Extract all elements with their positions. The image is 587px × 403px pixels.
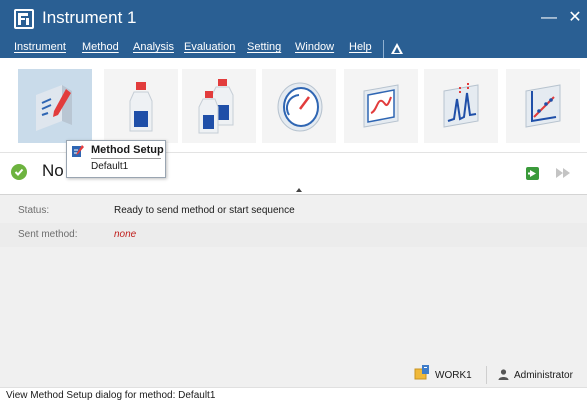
toolbar-sequence-button[interactable] <box>182 69 256 143</box>
sent-method-row: Sent method: none <box>0 223 587 247</box>
multi-bottle-icon <box>198 79 234 134</box>
menu-analysis[interactable]: Analysis <box>133 41 174 53</box>
toolbar-reports-button[interactable] <box>506 69 580 143</box>
method-edit-icon <box>72 145 84 157</box>
user-icon <box>498 369 509 380</box>
toolbar <box>0 58 587 153</box>
gauge-icon <box>277 82 323 132</box>
tooltip-method-name: Default1 <box>91 161 129 172</box>
status-value: Ready to send method or start sequence <box>114 205 295 216</box>
tooltip-divider <box>91 158 161 159</box>
chromatogram-icon <box>443 83 479 128</box>
ready-check-icon <box>11 164 27 180</box>
sent-method-label: Sent method: <box>18 229 78 240</box>
sample-bottle-icon <box>129 82 153 132</box>
footer-separator <box>486 366 487 384</box>
toolbar-data-analysis-button[interactable] <box>424 69 498 143</box>
menu-help[interactable]: Help <box>349 41 372 53</box>
menu-method[interactable]: Method <box>82 41 119 53</box>
fast-forward-icon[interactable] <box>556 168 570 178</box>
brand-logo-icon[interactable] <box>391 43 403 54</box>
menu-separator <box>383 40 384 58</box>
menu-instrument[interactable]: Instrument <box>14 41 66 53</box>
menu-setting[interactable]: Setting <box>247 41 281 53</box>
method-edit-icon <box>36 85 72 131</box>
toolbar-single-sample-button[interactable] <box>104 69 178 143</box>
minimize-button[interactable]: — <box>538 5 560 31</box>
status-headline: No <box>42 161 64 180</box>
sent-method-value: none <box>114 229 137 240</box>
status-row: Status: Ready to send method or start se… <box>0 199 587 223</box>
close-button[interactable]: ✕ <box>564 5 586 31</box>
collapse-panel-arrow-icon[interactable] <box>296 188 302 192</box>
toolbar-method-setup-button[interactable] <box>18 69 92 143</box>
window-title: Instrument 1 <box>42 8 137 27</box>
calibration-plot-icon <box>525 84 561 128</box>
start-run-icon[interactable] <box>526 167 539 180</box>
user-name-label[interactable]: Administrator <box>514 370 573 381</box>
workspace-label[interactable]: WORK1 <box>435 370 472 381</box>
workspace-icon <box>414 365 429 380</box>
app-logo-icon <box>14 9 34 29</box>
status-label: Status: <box>18 205 50 216</box>
signal-monitor-icon <box>363 84 399 128</box>
menu-bar: Instrument Method Analysis Evaluation Se… <box>0 40 587 58</box>
toolbar-instrument-status-button[interactable] <box>262 69 336 143</box>
info-panel: Status: Ready to send method or start se… <box>0 195 587 387</box>
toolbar-monitor-button[interactable] <box>344 69 418 143</box>
tooltip-title: Method Setup <box>91 144 164 156</box>
menu-evaluation[interactable]: Evaluation <box>184 41 235 53</box>
menu-window[interactable]: Window <box>295 41 334 53</box>
status-bar: View Method Setup dialog for method: Def… <box>0 387 587 403</box>
title-bar: Instrument 1 — ✕ <box>0 0 587 40</box>
status-bar-text: View Method Setup dialog for method: Def… <box>6 390 216 401</box>
method-setup-tooltip: Method Setup Default1 <box>66 140 166 178</box>
